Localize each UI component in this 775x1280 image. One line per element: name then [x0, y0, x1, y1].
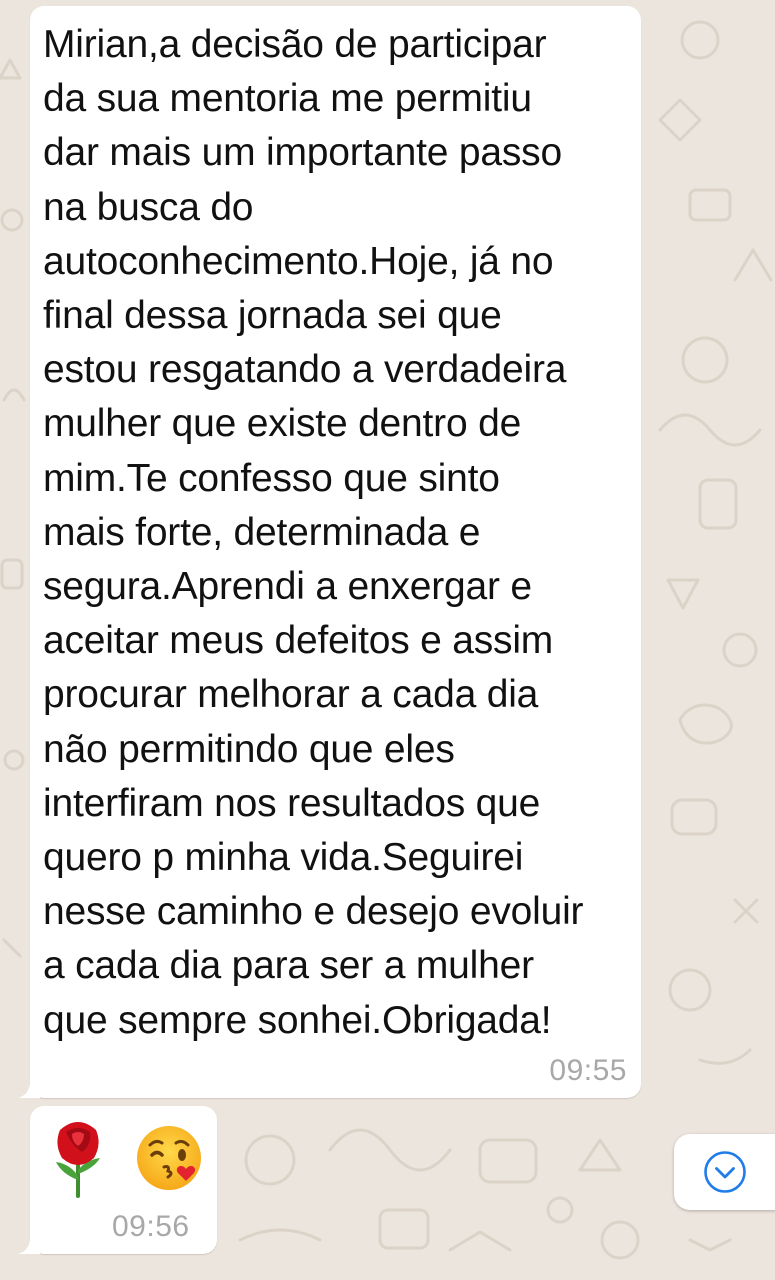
- message-line: estou resgatando a verdadeira: [43, 348, 567, 392]
- emoji-row: [46, 1118, 204, 1198]
- message-line: da sua mentoria me permitiu: [43, 77, 532, 121]
- incoming-emoji-bubble[interactable]: 09:56: [18, 1106, 217, 1254]
- message-line: final dessa jornada sei que: [43, 294, 502, 338]
- message-line: autoconhecimento.Hoje, já no: [43, 239, 554, 283]
- rose-emoji: [56, 1122, 100, 1198]
- message-line: nesse caminho e desejo evoluir: [43, 890, 584, 934]
- message-line: interfiram nos resultados que: [43, 781, 541, 825]
- message-text: Mirian,a decisão de participar da sua me…: [43, 18, 628, 1048]
- bubble-tail: [18, 1076, 40, 1098]
- message-line: não permitindo que eles: [43, 727, 455, 771]
- message-timestamp: 09:55: [549, 1054, 627, 1087]
- message-line: procurar melhorar a cada dia: [43, 673, 539, 717]
- message-line: mulher que existe dentro de: [43, 402, 522, 446]
- chevron-down-circle-icon: [704, 1151, 746, 1193]
- message-line: aceitar meus defeitos e assim: [43, 619, 554, 663]
- message-line: dar mais um importante passo: [43, 131, 562, 175]
- message-line: a cada dia para ser a mulher: [43, 944, 534, 988]
- message-line: mim.Te confesso que sinto: [43, 456, 500, 500]
- message-line: na busca do: [43, 185, 254, 229]
- message-timestamp: 09:56: [112, 1210, 190, 1243]
- face-blowing-kiss-emoji: [137, 1126, 201, 1190]
- message-line: segura.Aprendi a enxergar e: [43, 565, 532, 609]
- incoming-message-bubble[interactable]: Mirian,a decisão de participar da sua me…: [18, 6, 641, 1098]
- message-line: Mirian,a decisão de participar: [43, 23, 547, 66]
- scroll-to-bottom-button[interactable]: [674, 1134, 775, 1210]
- message-line: mais forte, determinada e: [43, 510, 481, 554]
- message-line: quero p minha vida.Seguirei: [43, 836, 524, 880]
- bubble-tail: [18, 1232, 40, 1254]
- message-line: que sempre sonhei.Obrigada!: [43, 998, 552, 1042]
